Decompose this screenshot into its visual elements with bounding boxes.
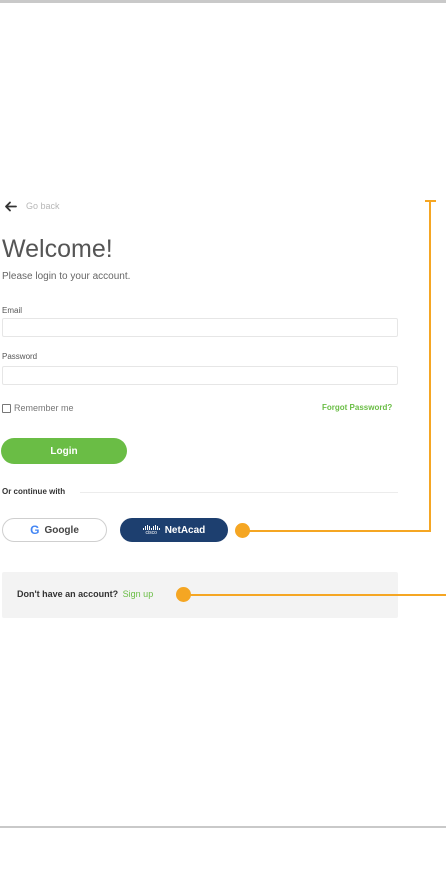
signup-link[interactable]: Sign up: [123, 589, 154, 599]
arrow-left-icon: [5, 201, 17, 211]
callout-signup-dot: [176, 587, 191, 602]
page-subtitle: Please login to your account.: [2, 271, 131, 282]
callout-netacad-vertical: [429, 200, 431, 532]
signup-row: Don't have an account? Sign up: [17, 589, 153, 599]
google-g-icon: G: [30, 523, 40, 537]
page-title: Welcome!: [2, 235, 113, 263]
signup-prompt: Don't have an account?: [17, 589, 119, 599]
remember-me[interactable]: Remember me: [2, 403, 74, 413]
bottom-divider: [0, 826, 446, 828]
login-button[interactable]: Login: [1, 438, 127, 464]
remember-me-checkbox[interactable]: [2, 403, 11, 413]
email-label: Email: [2, 306, 23, 315]
callout-netacad-horizontal: [244, 530, 431, 532]
netacad-label: NetAcad: [164, 524, 206, 536]
remember-me-label: Remember me: [14, 403, 74, 413]
password-label: Password: [2, 352, 38, 361]
callout-netacad-dot: [235, 523, 250, 538]
password-field[interactable]: [2, 366, 398, 385]
netacad-login-button[interactable]: cisco NetAcad: [120, 518, 228, 542]
google-label: Google: [44, 524, 79, 536]
continue-with-label: Or continue with: [2, 487, 66, 496]
continue-divider: [80, 492, 398, 493]
cisco-logo-icon: cisco: [142, 524, 160, 536]
go-back-link[interactable]: Go back: [4, 198, 60, 214]
cisco-logo-text: cisco: [145, 529, 157, 536]
go-back-label: Go back: [26, 201, 60, 211]
google-login-button[interactable]: G Google: [2, 518, 107, 542]
top-divider: [0, 0, 446, 3]
email-field[interactable]: [2, 318, 398, 337]
callout-signup-horizontal: [184, 594, 446, 596]
forgot-password-link[interactable]: Forgot Password?: [322, 403, 392, 412]
